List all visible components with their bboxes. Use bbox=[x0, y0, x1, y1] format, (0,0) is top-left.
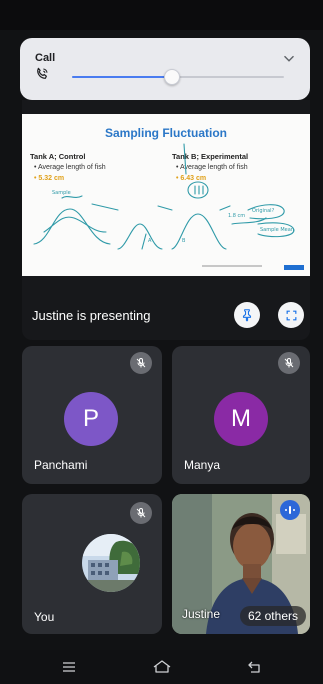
avatar bbox=[82, 534, 140, 592]
others-count[interactable]: 62 others bbox=[239, 606, 306, 626]
svg-text:1.8 cm: 1.8 cm bbox=[228, 213, 245, 219]
recent-apps-icon bbox=[63, 662, 75, 672]
audio-level-icon bbox=[285, 506, 295, 514]
mic-off-badge bbox=[278, 352, 300, 374]
phone-volume-icon bbox=[37, 67, 48, 79]
mic-off-icon bbox=[136, 358, 146, 368]
fullscreen-icon bbox=[286, 310, 296, 320]
participant-tile[interactable]: M Manya bbox=[172, 346, 310, 484]
back-button[interactable] bbox=[244, 657, 266, 677]
volume-slider-fill bbox=[72, 76, 172, 78]
volume-slider-thumb[interactable] bbox=[163, 69, 180, 85]
mic-off-badge bbox=[130, 352, 152, 374]
shared-slide: Sampling Fluctuation Tank A; Control • A… bbox=[22, 114, 310, 276]
recent-apps-button[interactable] bbox=[58, 657, 80, 677]
avatar: P bbox=[64, 392, 118, 446]
svg-text:Sample: Sample bbox=[52, 190, 71, 196]
svg-text:Original?: Original? bbox=[252, 208, 275, 214]
home-icon bbox=[153, 660, 171, 673]
mic-off-badge bbox=[130, 502, 152, 524]
handwritten-annotations: Sample 1.8 cm Original? Sample Mean A B bbox=[33, 143, 295, 267]
slide-footer-logo bbox=[284, 265, 304, 270]
participant-tile[interactable]: You bbox=[22, 494, 162, 634]
mic-off-icon bbox=[284, 358, 294, 368]
pin-button[interactable] bbox=[234, 302, 260, 328]
speaking-indicator bbox=[280, 500, 300, 520]
participant-name: Justine bbox=[182, 607, 221, 621]
profile-photo bbox=[82, 534, 140, 592]
participant-video-tile[interactable]: Justine 62 others bbox=[172, 494, 310, 634]
svg-text:B: B bbox=[182, 238, 186, 244]
svg-text:A: A bbox=[148, 238, 152, 244]
mic-off-icon bbox=[136, 508, 146, 518]
participant-tile[interactable]: P Panchami bbox=[22, 346, 162, 484]
call-title: Call bbox=[35, 52, 56, 64]
participant-name: Manya bbox=[184, 458, 221, 472]
call-volume-panel: Call bbox=[20, 38, 310, 100]
navigation-bar bbox=[0, 650, 323, 684]
chevron-down-icon bbox=[284, 55, 294, 62]
pin-icon bbox=[242, 309, 252, 322]
fullscreen-button[interactable] bbox=[278, 302, 304, 328]
presentation-tile[interactable]: Sampling Fluctuation Tank A; Control • A… bbox=[22, 100, 310, 340]
svg-text:Sample Mean: Sample Mean bbox=[260, 227, 294, 233]
back-icon bbox=[248, 661, 260, 673]
presenting-label: Justine is presenting bbox=[32, 308, 151, 323]
participant-name: Panchami bbox=[34, 458, 88, 472]
participant-name: You bbox=[34, 610, 55, 624]
collapse-button[interactable] bbox=[278, 48, 300, 70]
home-button[interactable] bbox=[151, 657, 173, 677]
status-bar bbox=[0, 0, 323, 30]
avatar: M bbox=[214, 392, 268, 446]
